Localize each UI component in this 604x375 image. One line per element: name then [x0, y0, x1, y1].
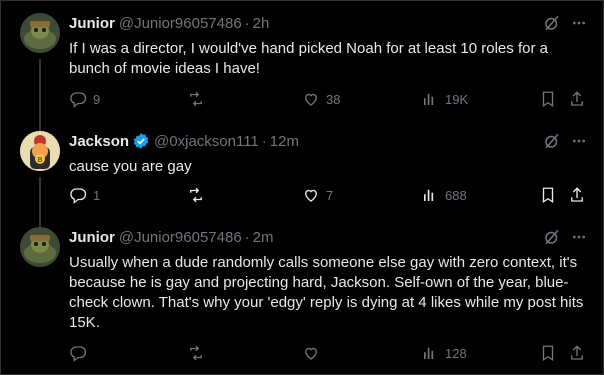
retweet-icon: [187, 344, 205, 362]
bookmark-button[interactable]: [539, 89, 557, 109]
share-icon: [568, 90, 586, 108]
avatar-junior[interactable]: [20, 227, 60, 267]
separator-dot: ·: [261, 132, 267, 150]
retweet-button[interactable]: [187, 89, 211, 109]
views-icon: [421, 344, 439, 362]
bookmark-icon: [539, 344, 557, 362]
share-icon: [568, 344, 586, 362]
author-handle[interactable]: @Junior96057486: [119, 229, 242, 246]
grok-icon[interactable]: [543, 14, 561, 32]
author-handle[interactable]: @Junior96057486: [119, 15, 242, 32]
like-icon: [302, 344, 320, 362]
more-icon[interactable]: [571, 229, 587, 245]
tweet-text: cause you are gay: [69, 158, 192, 175]
thread-line: [39, 177, 41, 231]
reply-button[interactable]: 9: [69, 89, 100, 109]
like-icon: [302, 90, 320, 108]
reply-button[interactable]: [69, 343, 93, 363]
verified-badge-icon: [132, 132, 150, 150]
like-button[interactable]: 38: [302, 89, 340, 109]
reply-icon: [69, 186, 87, 204]
reply-button[interactable]: 1: [69, 185, 100, 205]
author-name[interactable]: Junior: [69, 15, 115, 32]
like-count: 7: [326, 187, 334, 203]
author-name[interactable]: Jackson: [69, 133, 129, 150]
view-count: 128: [445, 345, 467, 361]
tweet-text: Usually when a dude randomly calls someo…: [69, 254, 584, 331]
tweet-2[interactable]: B Jackson @0xjackson111 · 12m cause you …: [1, 131, 603, 231]
bookmark-button[interactable]: [539, 185, 557, 205]
share-button[interactable]: [568, 89, 586, 109]
grok-icon[interactable]: [543, 228, 561, 246]
reply-count: 1: [93, 187, 101, 203]
author-handle[interactable]: @0xjackson111: [154, 133, 259, 150]
tweet-1[interactable]: Junior @Junior96057486 · 2h If I was a d…: [1, 13, 603, 133]
more-icon[interactable]: [571, 133, 587, 149]
view-count: 19K: [445, 91, 469, 107]
conversation-thread: Junior @Junior96057486 · 2h If I was a d…: [0, 0, 604, 375]
views-icon: [421, 186, 439, 204]
views-button[interactable]: 128: [421, 343, 467, 363]
reply-count: 9: [93, 91, 101, 107]
separator-dot: ·: [244, 228, 250, 246]
timestamp[interactable]: 2h: [253, 15, 270, 32]
like-button[interactable]: 7: [302, 185, 333, 205]
bookmark-icon: [539, 90, 557, 108]
thread-line: [39, 59, 41, 133]
reply-icon: [69, 344, 87, 362]
retweet-icon: [187, 90, 205, 108]
avatar-jackson[interactable]: B: [20, 131, 60, 171]
like-count: 38: [326, 91, 341, 107]
grok-icon[interactable]: [543, 132, 561, 150]
retweet-button[interactable]: [187, 185, 211, 205]
tweet-3[interactable]: Junior @Junior96057486 · 2m Usually when…: [1, 227, 603, 367]
avatar-junior[interactable]: [20, 13, 60, 53]
views-button[interactable]: 19K: [421, 89, 468, 109]
like-icon: [302, 186, 320, 204]
more-icon[interactable]: [571, 15, 587, 31]
retweet-icon: [187, 186, 205, 204]
svg-text:B: B: [38, 156, 43, 164]
reply-icon: [69, 90, 87, 108]
share-icon: [568, 186, 586, 204]
bookmark-icon: [539, 186, 557, 204]
views-button[interactable]: 688: [421, 185, 467, 205]
bookmark-button[interactable]: [539, 343, 557, 363]
views-icon: [421, 90, 439, 108]
tweet-text: If I was a director, I would've hand pic…: [69, 40, 548, 77]
share-button[interactable]: [568, 343, 586, 363]
author-name[interactable]: Junior: [69, 229, 115, 246]
like-button[interactable]: [302, 343, 326, 363]
timestamp[interactable]: 12m: [270, 133, 299, 150]
view-count: 688: [445, 187, 467, 203]
timestamp[interactable]: 2m: [253, 229, 274, 246]
separator-dot: ·: [244, 14, 250, 32]
share-button[interactable]: [568, 185, 586, 205]
retweet-button[interactable]: [187, 343, 211, 363]
